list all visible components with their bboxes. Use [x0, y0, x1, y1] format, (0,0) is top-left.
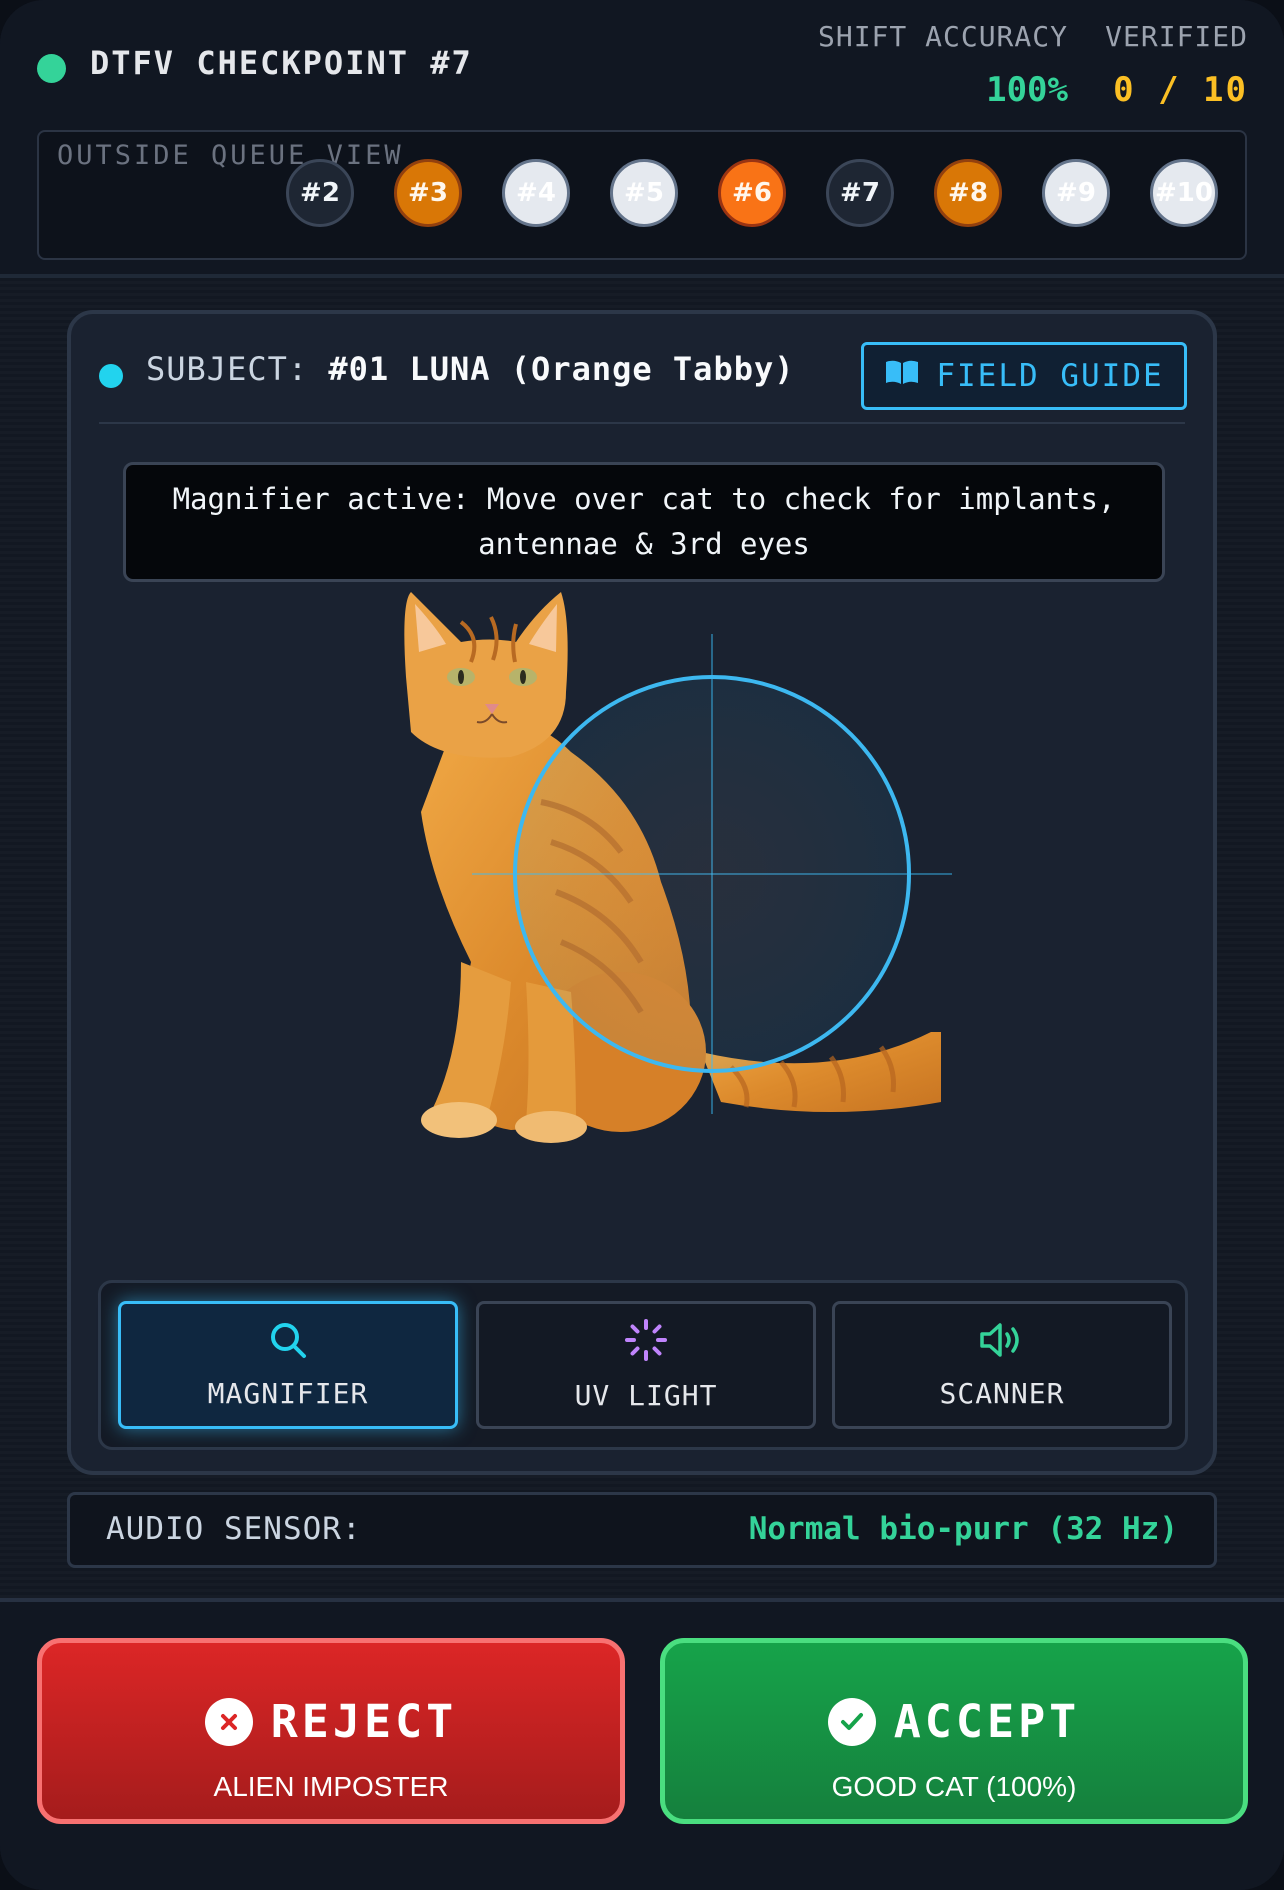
status-indicator — [37, 54, 66, 83]
reject-main: REJECT — [42, 1695, 620, 1748]
queue-item-label: #4 — [516, 178, 556, 208]
accept-sublabel: GOOD CAT (100%) — [831, 1771, 1077, 1802]
queue-item-label: #9 — [1056, 178, 1096, 208]
queue-item[interactable]: #6 — [718, 159, 786, 227]
x-circle-icon — [204, 1697, 253, 1746]
tool-label: MAGNIFIER — [207, 1377, 369, 1410]
tool-bar: MAGNIFIER UV LIGHT SCANNER — [98, 1280, 1188, 1450]
book-open-icon — [884, 358, 920, 394]
queue-item[interactable]: #9 — [1042, 159, 1110, 227]
uv-light-icon — [624, 1318, 668, 1369]
magnifier-hint: Magnifier active: Move over cat to check… — [123, 462, 1165, 582]
audio-sensor-panel: AUDIO SENSOR: Normal bio-purr (32 Hz) — [67, 1492, 1217, 1568]
queue-item[interactable]: #4 — [502, 159, 570, 227]
accuracy-label: SHIFT ACCURACY — [817, 20, 1068, 53]
field-guide-button[interactable]: FIELD GUIDE — [861, 342, 1187, 410]
subject-card: SUBJECT: #01 LUNA (Orange Tabby) FIELD G… — [67, 310, 1217, 1475]
queue-item[interactable]: #3 — [394, 159, 462, 227]
accept-label: ACCEPT — [893, 1695, 1081, 1748]
field-guide-label: FIELD GUIDE — [936, 358, 1164, 394]
accuracy-value: 100% — [986, 70, 1068, 110]
tool-scanner[interactable]: SCANNER — [832, 1301, 1172, 1429]
hint-text: Magnifier active: Move over cat to check… — [172, 482, 1116, 561]
accept-button[interactable]: ACCEPT GOOD CAT (100%) — [660, 1638, 1248, 1824]
queue-item[interactable]: #2 — [286, 159, 354, 227]
tool-magnifier[interactable]: MAGNIFIER — [118, 1301, 458, 1429]
queue-item-label: #2 — [300, 178, 340, 208]
footer: REJECT ALIEN IMPOSTER ACCEPT GOOD CAT (1… — [0, 1598, 1284, 1890]
subject-name: #01 LUNA (Orange Tabby) — [328, 350, 795, 388]
verified-value: 0 / 10 — [1113, 70, 1248, 110]
header: DTFV CHECKPOINT #7 SHIFT ACCURACY VERIFI… — [0, 0, 1284, 278]
subject-heading: SUBJECT: #01 LUNA (Orange Tabby) — [146, 350, 795, 388]
reject-button[interactable]: REJECT ALIEN IMPOSTER — [37, 1638, 625, 1824]
queue-item[interactable]: #10 — [1150, 159, 1218, 227]
tool-label: SCANNER — [939, 1377, 1065, 1410]
check-circle-icon — [827, 1697, 876, 1746]
search-icon — [268, 1320, 308, 1367]
card-divider — [99, 422, 1185, 424]
queue-label: OUTSIDE QUEUE VIEW — [57, 140, 404, 171]
subject-indicator — [99, 364, 123, 388]
reject-label: REJECT — [270, 1695, 458, 1748]
queue-panel: OUTSIDE QUEUE VIEW #2 #3 #4 #5 #6 #7 #8 … — [37, 130, 1247, 260]
queue-item-label: #8 — [948, 178, 988, 208]
game-frame: DTFV CHECKPOINT #7 SHIFT ACCURACY VERIFI… — [0, 0, 1284, 1890]
queue-item-label: #10 — [1155, 178, 1213, 208]
queue-item[interactable]: #8 — [934, 159, 1002, 227]
queue-item[interactable]: #5 — [610, 159, 678, 227]
speaker-icon — [978, 1320, 1026, 1367]
tool-uv-light[interactable]: UV LIGHT — [476, 1301, 816, 1429]
queue-item-label: #3 — [408, 178, 448, 208]
checkpoint-title: DTFV CHECKPOINT #7 — [90, 44, 473, 82]
queue-item-label: #6 — [732, 178, 772, 208]
queue-item[interactable]: #7 — [826, 159, 894, 227]
subject-prefix: SUBJECT: — [146, 350, 309, 388]
tool-label: UV LIGHT — [574, 1379, 718, 1412]
audio-sensor-label: AUDIO SENSOR: — [106, 1511, 362, 1547]
queue-item-label: #7 — [840, 178, 880, 208]
audio-sensor-value: Normal bio-purr (32 Hz) — [748, 1511, 1178, 1547]
reject-sublabel: ALIEN IMPOSTER — [213, 1771, 449, 1802]
accept-main: ACCEPT — [665, 1695, 1243, 1748]
inspection-area[interactable] — [311, 582, 1031, 1182]
verified-label: VERIFIED — [1105, 20, 1248, 53]
queue-item-label: #5 — [624, 178, 664, 208]
